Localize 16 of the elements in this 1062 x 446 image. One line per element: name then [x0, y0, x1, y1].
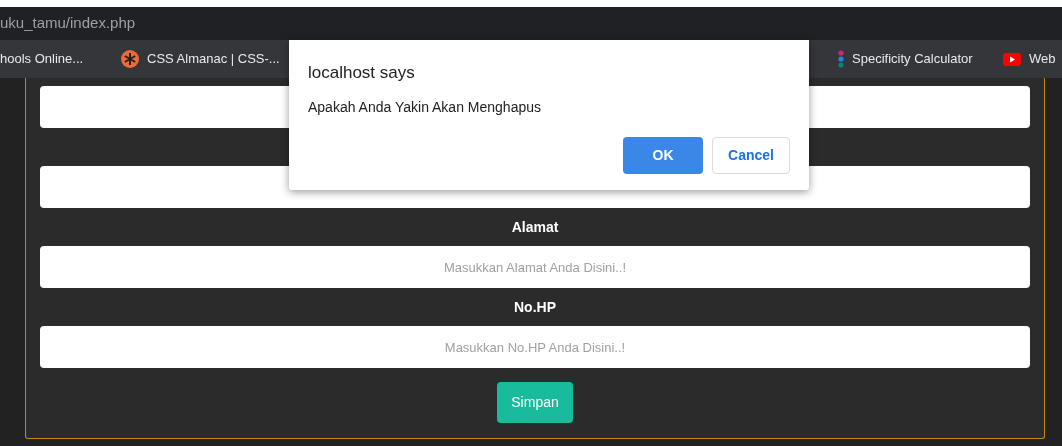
dialog-title: localhost says [308, 62, 416, 84]
dots-icon [838, 50, 844, 68]
bookmark[interactable]: CSS Almanac | CSS-... [121, 49, 280, 69]
field-label: Alamat [511, 217, 559, 237]
url-text: uku_tamu/index.php [0, 13, 136, 34]
play-icon [1003, 52, 1021, 66]
bookmark[interactable]: Specificity Calculator [838, 49, 973, 69]
field-label: No.HP [514, 297, 556, 317]
input-field[interactable]: Masukkan Alamat Anda Disini..! [40, 246, 1030, 288]
asterisk-icon [121, 50, 139, 68]
cancel-button[interactable]: Cancel [712, 136, 790, 174]
bookmark[interactable]: hools Online... [0, 49, 84, 69]
input-field[interactable]: Masukkan No.HP Anda Disini..! [40, 326, 1030, 368]
bookmark[interactable]: Web [1003, 49, 1056, 69]
ok-button[interactable]: OK [623, 136, 703, 174]
dialog-message: Apakah Anda Yakin Akan Menghapus [308, 97, 542, 117]
